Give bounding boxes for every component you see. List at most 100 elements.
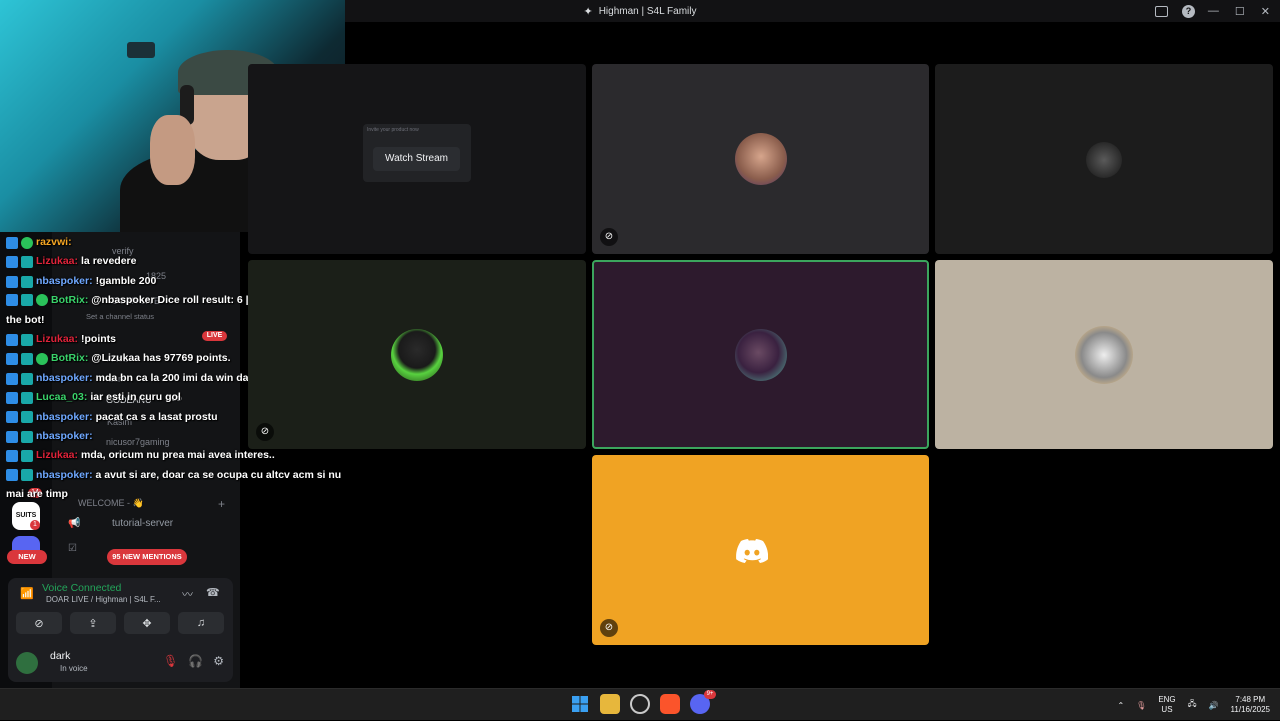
sub-badge-icon [6, 430, 18, 443]
camera-off-button[interactable]: ⊘ [16, 612, 62, 634]
teal-badge-icon [21, 256, 33, 269]
help-icon[interactable]: ? [1182, 4, 1195, 18]
avatar [1075, 326, 1133, 384]
sub-badge-icon [6, 411, 18, 424]
voice-channel-path[interactable]: DOAR LIVE / Highman | S4L F... [46, 595, 161, 604]
participant-tile-speaking[interactable] [592, 260, 929, 449]
teal-badge-icon [21, 294, 33, 307]
new-mentions-pill[interactable]: 95 NEW MENTIONS [107, 549, 187, 565]
voice-status[interactable]: Voice Connected [42, 582, 121, 594]
server-icon-d[interactable] [12, 536, 40, 550]
camera-off-icon: ⊘ [600, 619, 618, 637]
chat-username: BotRix: [51, 294, 89, 307]
sub-badge-icon [6, 353, 18, 366]
window-title: ✦ Highman | S4L Family [583, 5, 696, 18]
teal-badge-icon [21, 391, 33, 404]
participant-tile[interactable] [935, 64, 1273, 254]
participant-tile[interactable]: ⊘ [592, 455, 929, 645]
new-unreads-pill[interactable]: NEW [7, 550, 47, 564]
window-controls: — ☐ ✕ [1208, 0, 1270, 22]
clock-date: 11/16/2025 [1230, 705, 1270, 714]
clock[interactable]: 7:48 PM 11/16/2025 [1231, 695, 1270, 715]
language-indicator[interactable]: ENG US [1158, 695, 1175, 715]
start-icon[interactable] [570, 694, 590, 714]
voice-panel: 📶 Voice Connected DOAR LIVE / Highman | … [8, 578, 233, 682]
chat-text: mda, oricum nu prea mai avea interes.. [81, 449, 275, 462]
chat-username: razvwi: [36, 236, 72, 248]
sub-badge-icon [6, 294, 18, 307]
chat-username: nbaspoker: [36, 371, 93, 384]
sub-badge-icon [6, 333, 18, 346]
green-badge-icon [21, 236, 33, 249]
close-button[interactable]: ✕ [1261, 5, 1270, 18]
soundboard-button[interactable]: ♫ [178, 612, 224, 634]
headphones-icon[interactable]: 🎧 [188, 654, 203, 668]
inbox-icon[interactable] [1155, 5, 1168, 17]
taskbar-apps: 9+ [570, 690, 716, 714]
volume-icon[interactable]: 🔊 [1209, 701, 1219, 710]
sub-badge-icon [6, 236, 18, 249]
discord-icon[interactable]: 9+ [690, 690, 716, 714]
channel-tutorial-server[interactable]: tutorial-server [112, 518, 173, 529]
discord-logo-icon [736, 539, 768, 563]
teal-badge-icon [21, 430, 33, 443]
disconnect-icon[interactable]: ☎ [206, 586, 220, 599]
user-name[interactable]: dark [50, 650, 70, 662]
lang-region: US [1161, 705, 1173, 714]
stream-preview-text: Invite your product now [367, 127, 419, 133]
screen-share-button[interactable]: ⇪ [70, 612, 116, 634]
minimize-button[interactable]: — [1208, 5, 1219, 17]
system-tray: ⌃ 🎙 ENG US 🖧 🔊 7:48 PM 11/16/2025 [1117, 689, 1270, 721]
chat-message: nbaspoker: a avut si are, doar ca se ocu… [6, 466, 346, 505]
rules-icon: ☑ [68, 543, 77, 554]
chat-username: nbaspoker: [36, 468, 93, 481]
avatar[interactable] [16, 652, 38, 674]
teal-badge-icon [21, 411, 33, 424]
wall-fixture [127, 42, 155, 58]
brave-browser-icon[interactable] [660, 694, 680, 714]
sub-badge-icon [6, 275, 18, 288]
chat-text: @Lizukaa has 97769 points. [91, 352, 231, 365]
signal-icon: 📶 [20, 588, 34, 600]
announcement-icon: 📢 [68, 518, 81, 529]
chat-username: nbaspoker: [36, 430, 93, 443]
user-panel: dark In voice 🎙 🎧 ⚙ [16, 650, 226, 678]
activities-button[interactable]: ✥ [124, 612, 170, 634]
voice-actions: ⊘ ⇪ ✥ ♫ [16, 612, 224, 634]
participant-tile[interactable] [935, 260, 1273, 449]
taskbar: 9+ ⌃ 🎙 ENG US 🖧 🔊 7:48 PM 11/16/2025 [0, 688, 1280, 720]
teal-badge-icon [21, 450, 33, 463]
streamer-hand [150, 115, 195, 185]
titlebar-tools: ? [1155, 0, 1195, 22]
chat-username: BotRix: [51, 352, 89, 365]
participant-tile[interactable]: ⊘ [592, 64, 929, 254]
window-title-text: Highman | S4L Family [598, 5, 697, 17]
file-explorer-icon[interactable] [600, 694, 620, 714]
green-badge-icon [36, 353, 48, 366]
chat-username: Lizukaa: [36, 449, 79, 462]
chat-text: iar esti in curu gol [90, 391, 181, 404]
teal-badge-icon [21, 469, 33, 482]
mute-mic-icon[interactable]: 🎙 [163, 654, 178, 668]
chat-username: nbaspoker: [36, 274, 93, 287]
microphone-icon[interactable]: 🎙 [1136, 701, 1146, 710]
network-icon[interactable]: 🖧 [1188, 698, 1197, 712]
participant-tile[interactable]: ⊘ [248, 260, 586, 449]
chat-text: !points [81, 333, 117, 346]
avatar [391, 329, 443, 381]
chat-text: la revedere [81, 255, 137, 268]
sub-badge-icon [6, 391, 18, 404]
settings-gear-icon[interactable]: ⚙ [213, 654, 224, 668]
avatar [735, 329, 787, 381]
watch-stream-button[interactable]: Watch Stream [373, 147, 460, 171]
lang-code: ENG [1158, 695, 1176, 704]
chat-username: Lizukaa: [36, 255, 79, 268]
chat-text: !gamble 200 [95, 274, 157, 287]
avatar [735, 133, 787, 185]
maximize-button[interactable]: ☐ [1235, 5, 1245, 18]
chevron-up-icon[interactable]: ⌃ [1117, 701, 1124, 710]
noise-suppression-icon[interactable]: 〰 [182, 586, 193, 602]
chat-username: Lucaa_03: [36, 391, 88, 404]
obs-icon[interactable] [630, 694, 650, 714]
server-icon: ✦ [583, 5, 593, 18]
